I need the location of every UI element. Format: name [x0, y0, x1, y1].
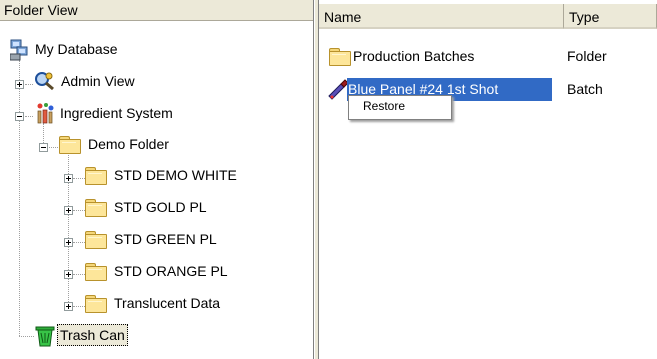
tree-connector — [73, 178, 85, 179]
tree-connector — [73, 306, 85, 307]
trash-can-icon — [35, 326, 55, 347]
tree-item-label: STD GREEN PL — [114, 231, 217, 247]
expand-toggle[interactable] — [64, 238, 73, 247]
folder-icon — [85, 167, 107, 185]
tree-item-label: Demo Folder — [88, 136, 169, 152]
collapse-toggle[interactable] — [39, 143, 48, 152]
folder-icon — [85, 263, 107, 281]
tree-connector — [73, 274, 85, 275]
menu-item-restore[interactable]: Restore — [363, 96, 405, 117]
tree-item-label: Admin View — [61, 73, 135, 89]
folder-icon — [85, 231, 107, 249]
tree-item-label: My Database — [35, 41, 118, 57]
list-item[interactable]: Blue Panel #24 1st Shot Batch — [319, 0, 657, 110]
database-icon — [10, 39, 28, 61]
tree-connector — [73, 210, 85, 211]
batch-icon — [328, 79, 349, 100]
tree-connector — [25, 84, 33, 85]
tree-connector — [19, 336, 34, 337]
folder-icon — [85, 295, 107, 313]
tree-item-label: STD ORANGE PL — [114, 263, 228, 279]
expand-toggle[interactable] — [15, 80, 24, 89]
tree-connector — [73, 242, 85, 243]
expand-toggle[interactable] — [64, 270, 73, 279]
folder-view-pane: Folder View My Database Admin View Ingre… — [0, 0, 314, 359]
expand-toggle[interactable] — [64, 174, 73, 183]
expand-toggle[interactable] — [64, 206, 73, 215]
tree-item-label: Ingredient System — [60, 105, 173, 121]
tree-item-label: Translucent Data — [114, 295, 221, 311]
folder-view-header: Folder View — [0, 0, 313, 21]
expand-toggle[interactable] — [64, 302, 73, 311]
collapse-toggle[interactable] — [15, 112, 24, 121]
tree-item-label: STD DEMO WHITE — [114, 167, 237, 183]
ingredient-system-icon — [37, 103, 54, 124]
folder-icon — [85, 199, 107, 217]
admin-view-icon — [35, 72, 54, 91]
tree-connector — [49, 147, 58, 148]
tree-item-label: STD GOLD PL — [114, 199, 207, 215]
tree-connector — [43, 123, 44, 145]
item-type: Batch — [567, 81, 603, 97]
contents-pane: Name Type Production Batches Folder Blue… — [319, 0, 657, 359]
folder-icon — [59, 136, 81, 154]
tree-connector — [19, 120, 20, 336]
context-menu: Restore — [348, 95, 452, 120]
tree-connector — [25, 116, 33, 117]
tree-item-label: Trash Can — [57, 324, 128, 346]
